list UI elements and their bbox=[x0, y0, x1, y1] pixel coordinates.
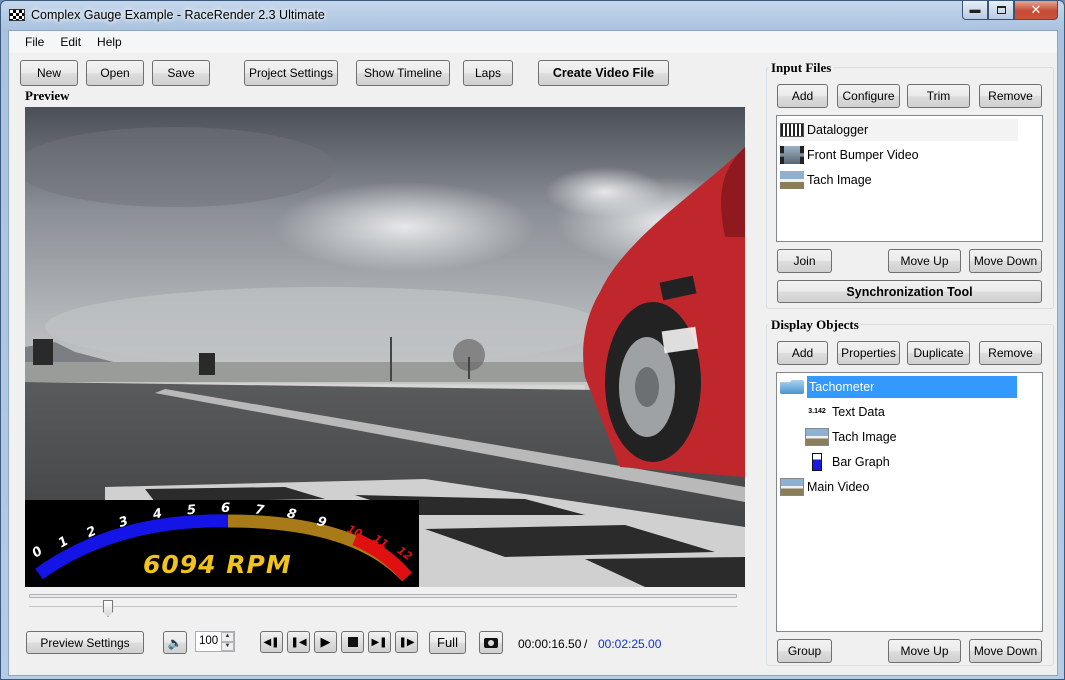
camera-icon bbox=[484, 637, 498, 648]
play-button[interactable]: ▶ bbox=[314, 631, 337, 653]
volume-button[interactable]: 🔈 bbox=[163, 631, 187, 654]
input-file-item[interactable]: Datalogger bbox=[780, 119, 1018, 141]
step-forward-icon: ▶❚ bbox=[371, 636, 388, 648]
object-add-button[interactable]: Add bbox=[777, 341, 828, 365]
step-back-button[interactable]: ❚◀ bbox=[287, 631, 310, 653]
input-move-down-button[interactable]: Move Down bbox=[969, 249, 1042, 273]
menu-file[interactable]: File bbox=[17, 35, 52, 49]
timeline-slider-baseline bbox=[29, 606, 737, 607]
window-title: Complex Gauge Example - RaceRender 2.3 U… bbox=[31, 8, 325, 22]
full-button[interactable]: Full bbox=[429, 631, 466, 654]
preview-label: Preview bbox=[23, 88, 72, 104]
speaker-icon: 🔈 bbox=[167, 635, 183, 650]
title-bar[interactable]: Complex Gauge Example - RaceRender 2.3 U… bbox=[1, 1, 1064, 29]
close-button[interactable]: ✕ bbox=[1014, 1, 1058, 20]
display-objects-label: Display Objects bbox=[769, 317, 861, 333]
input-file-item[interactable]: Tach Image bbox=[780, 169, 872, 191]
previous-lap-button[interactable]: ◀❚ bbox=[260, 631, 283, 653]
tree-item-tach-image[interactable]: Tach Image bbox=[805, 426, 897, 448]
tree-item-text-data[interactable]: 3.142 Text Data bbox=[805, 401, 885, 423]
menu-help[interactable]: Help bbox=[89, 35, 130, 49]
project-settings-button[interactable]: Project Settings bbox=[244, 60, 338, 86]
image-object-icon bbox=[805, 428, 829, 446]
text-data-icon: 3.142 bbox=[808, 408, 826, 415]
step-back-icon: ❚◀ bbox=[290, 636, 307, 648]
maximize-button[interactable] bbox=[988, 1, 1014, 20]
configure-button[interactable]: Configure bbox=[837, 84, 900, 108]
time-separator: / bbox=[584, 637, 588, 651]
step-forward-button[interactable]: ▶❚ bbox=[368, 631, 391, 653]
gauge-tick-label: 7 bbox=[254, 502, 265, 519]
input-files-list[interactable]: Datalogger Front Bumper Video Tach Image bbox=[776, 115, 1043, 242]
play-icon: ▶ bbox=[320, 634, 331, 649]
stop-icon bbox=[347, 637, 358, 647]
snapshot-button[interactable] bbox=[479, 631, 503, 654]
timeline-slider-track[interactable] bbox=[29, 594, 737, 598]
spin-up-icon[interactable]: ▲ bbox=[221, 632, 234, 642]
bar-graph-icon bbox=[812, 453, 822, 471]
app-window: Complex Gauge Example - RaceRender 2.3 U… bbox=[0, 0, 1065, 680]
timeline-slider-thumb[interactable] bbox=[103, 600, 113, 617]
show-timeline-button[interactable]: Show Timeline bbox=[356, 60, 450, 86]
menu-bar: File Edit Help bbox=[9, 31, 1057, 53]
close-icon: ✕ bbox=[1030, 2, 1042, 17]
input-add-button[interactable]: Add bbox=[777, 84, 828, 108]
datalogger-icon bbox=[780, 123, 804, 137]
input-remove-button[interactable]: Remove bbox=[979, 84, 1042, 108]
gauge-tick-label: 6 bbox=[220, 500, 231, 517]
join-button[interactable]: Join bbox=[777, 249, 832, 273]
synchronization-tool-button[interactable]: Synchronization Tool bbox=[777, 280, 1042, 303]
image-file-icon bbox=[780, 171, 804, 189]
object-move-down-button[interactable]: Move Down bbox=[969, 639, 1042, 663]
create-video-file-button[interactable]: Create Video File bbox=[538, 60, 669, 86]
laps-button[interactable]: Laps bbox=[463, 60, 513, 86]
display-objects-tree[interactable]: Tachometer 3.142 Text Data Tach Image Ba… bbox=[776, 372, 1043, 632]
input-file-item[interactable]: Front Bumper Video bbox=[780, 144, 919, 166]
skip-forward-icon: ❚▶ bbox=[398, 636, 415, 648]
preview-settings-button[interactable]: Preview Settings bbox=[26, 631, 144, 654]
rpm-readout: 6094 RPM bbox=[143, 550, 292, 579]
input-files-label: Input Files bbox=[769, 60, 834, 76]
new-button[interactable]: New bbox=[20, 60, 78, 86]
video-object-icon bbox=[780, 478, 804, 496]
stop-button[interactable] bbox=[341, 631, 364, 653]
client-area: File Edit Help New Open Save Project Set… bbox=[8, 30, 1058, 676]
preview-canvas[interactable]: 0 1 2 3 4 5 6 7 8 9 10 11 12 6094 RPM bbox=[25, 107, 745, 587]
tree-item-main-video[interactable]: Main Video bbox=[780, 476, 869, 498]
maximize-icon bbox=[996, 6, 1006, 14]
menu-edit[interactable]: Edit bbox=[52, 35, 89, 49]
preview-scene bbox=[25, 107, 745, 587]
video-file-icon bbox=[780, 146, 804, 164]
object-move-up-button[interactable]: Move Up bbox=[888, 639, 961, 663]
input-move-up-button[interactable]: Move Up bbox=[888, 249, 961, 273]
tree-item-tachometer[interactable]: Tachometer bbox=[780, 376, 1017, 398]
folder-icon bbox=[780, 380, 804, 394]
volume-spinner[interactable]: ▲ ▼ bbox=[221, 632, 234, 651]
current-time: 00:00:16.50 bbox=[518, 637, 582, 651]
checkered-flag-icon bbox=[9, 9, 25, 21]
spin-down-icon[interactable]: ▼ bbox=[221, 641, 234, 651]
save-button[interactable]: Save bbox=[152, 60, 210, 86]
group-button[interactable]: Group bbox=[777, 639, 832, 663]
total-time: 00:02:25.00 bbox=[598, 637, 662, 651]
next-lap-button[interactable]: ❚▶ bbox=[395, 631, 418, 653]
minimize-button[interactable]: ▬ bbox=[962, 1, 988, 20]
object-remove-button[interactable]: Remove bbox=[979, 341, 1042, 365]
tree-item-bar-graph[interactable]: Bar Graph bbox=[805, 451, 890, 473]
trim-button[interactable]: Trim bbox=[907, 84, 970, 108]
minimize-icon: ▬ bbox=[969, 4, 981, 16]
gauge-tick-label: 5 bbox=[186, 502, 197, 519]
properties-button[interactable]: Properties bbox=[837, 341, 900, 365]
open-button[interactable]: Open bbox=[86, 60, 144, 86]
skip-back-icon: ◀❚ bbox=[263, 636, 280, 648]
duplicate-button[interactable]: Duplicate bbox=[907, 341, 970, 365]
